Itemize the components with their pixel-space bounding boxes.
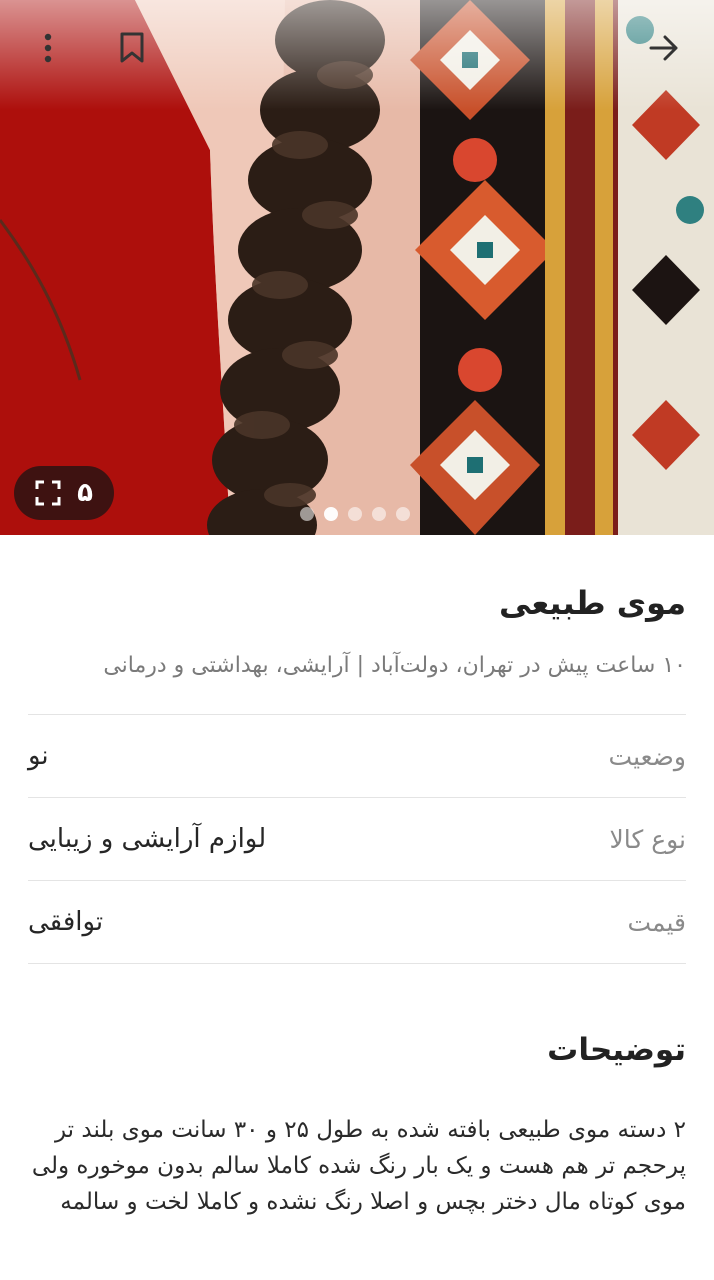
photo-count: ۵ — [77, 478, 93, 508]
pagination-dot[interactable] — [348, 507, 362, 521]
ad-title: موی طبیعی — [498, 584, 686, 622]
arrow-right-icon — [649, 35, 678, 61]
detail-value: نو — [28, 741, 49, 771]
ad-details: موی طبیعی ۱۰ ساعت پیش در تهران، دولت‌آبا… — [28, 535, 686, 1220]
description-text: ۲ دسته موی طبیعی بافته شده به طول ۲۵ و ۳… — [31, 1117, 686, 1215]
photo-count-badge[interactable]: ۵ — [14, 466, 114, 520]
detail-label: وضعیت — [608, 741, 686, 771]
fullscreen-icon — [35, 480, 61, 506]
detail-value: لوازم آرایشی و زیبایی — [28, 824, 267, 854]
more-options-button[interactable] — [24, 24, 72, 72]
description-heading: توضیحات — [547, 1032, 686, 1068]
more-vertical-icon — [44, 33, 52, 63]
pagination-dot-active[interactable] — [324, 507, 338, 521]
pagination-dot[interactable] — [372, 507, 386, 521]
detail-label: قیمت — [627, 907, 687, 937]
bookmark-icon — [120, 32, 144, 63]
ad-page: ۵ موی طبیعی ۱۰ ساعت پیش در تهران، دولت‌آ… — [0, 0, 714, 1280]
detail-label: نوع کالا — [609, 824, 686, 854]
detail-row-condition: وضعیت نو — [28, 715, 686, 798]
ad-photo — [0, 0, 714, 535]
ad-meta: ۱۰ ساعت پیش در تهران، دولت‌آباد | آرایشی… — [103, 653, 686, 678]
pagination-dot[interactable] — [396, 507, 410, 521]
pagination-dot[interactable] — [300, 507, 314, 521]
gallery-pagination — [300, 507, 410, 521]
detail-row-price: قیمت توافقی — [28, 881, 686, 964]
detail-row-category: نوع کالا لوازم آرایشی و زیبایی — [28, 798, 686, 881]
bookmark-button[interactable] — [108, 24, 156, 72]
back-button[interactable] — [640, 24, 688, 72]
ad-photo-gallery[interactable]: ۵ — [0, 0, 714, 535]
detail-value: توافقی — [28, 907, 104, 937]
